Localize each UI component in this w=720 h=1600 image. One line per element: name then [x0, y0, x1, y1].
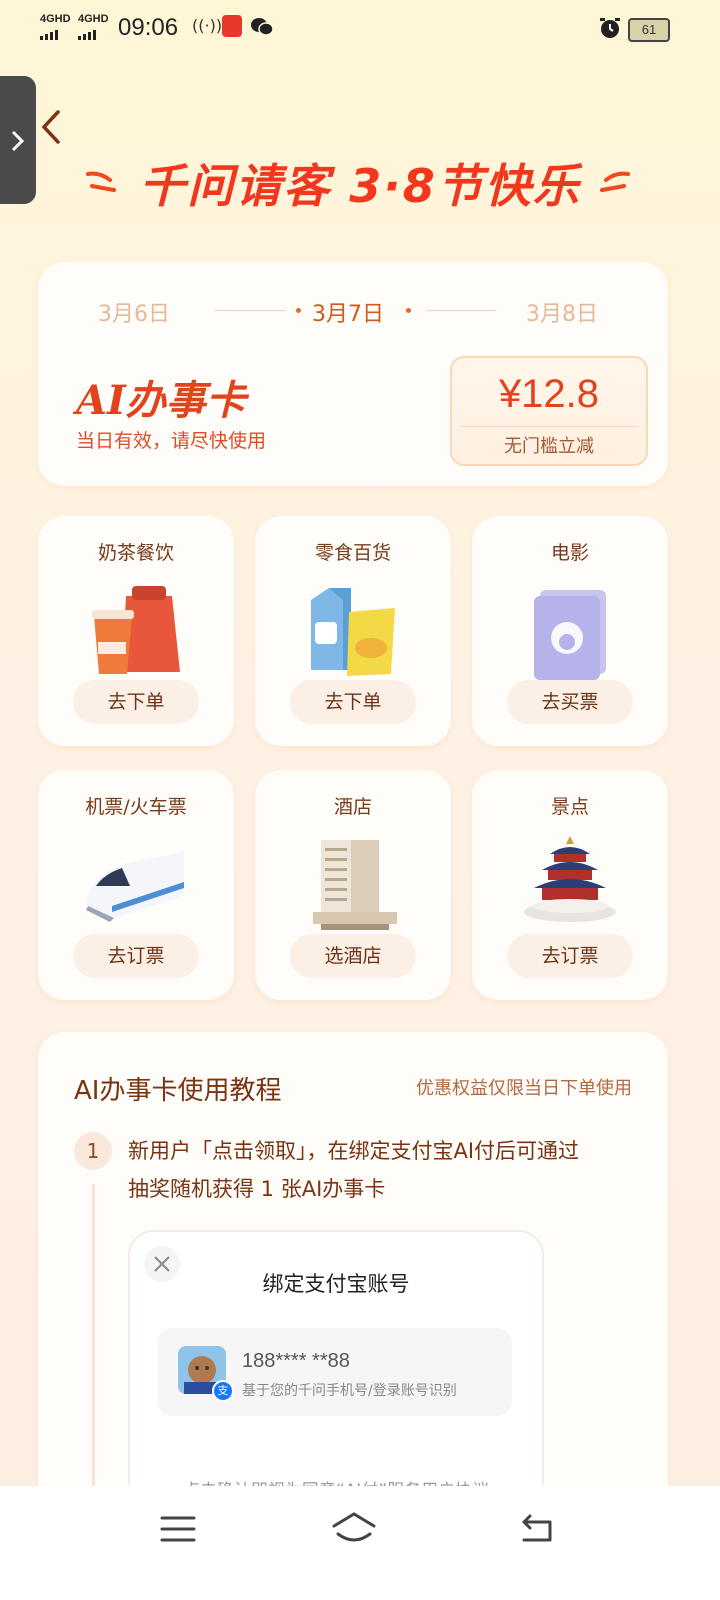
- step-text-line2: 抽奖随机获得 1 张AI办事卡: [128, 1177, 386, 1201]
- select-hotel-button[interactable]: 选酒店: [290, 934, 416, 978]
- price-desc: 无门槛立减: [504, 436, 594, 457]
- card-desc: 当日有效，请尽快使用: [76, 430, 267, 452]
- temple-of-heaven-icon: [524, 836, 616, 922]
- avatar: 支: [178, 1346, 234, 1402]
- category-label: 零食百货: [314, 542, 391, 564]
- date-tab-2[interactable]: 3月7日: [312, 296, 384, 328]
- alipay-badge-icon: 支: [212, 1380, 234, 1402]
- book-ticket-button-attraction[interactable]: 去订票: [507, 934, 633, 978]
- hotspot-icon: ((·)): [192, 16, 223, 35]
- category-label: 景点: [550, 796, 589, 818]
- alarm-icon: [598, 16, 622, 44]
- home-button[interactable]: [330, 1510, 378, 1546]
- category-label: 机票/火车票: [85, 796, 187, 818]
- menu-icon: [160, 1516, 196, 1542]
- date-tab-3[interactable]: 3月8日: [526, 296, 598, 328]
- back-nav-button[interactable]: [520, 1512, 556, 1544]
- category-card-transport[interactable]: 机票/火车票 去订票: [38, 770, 234, 1000]
- milk-carton-chips-icon: [311, 588, 395, 676]
- wechat-icon: [250, 16, 274, 42]
- date-divider: [214, 310, 286, 311]
- buy-ticket-button-movie[interactable]: 去买票: [507, 680, 633, 724]
- step-text-line1: 新用户「点击领取」，在绑定支付宝AI付后可通过: [128, 1139, 580, 1163]
- category-card-attraction[interactable]: 景点 去订票: [472, 770, 668, 1000]
- category-card-movie[interactable]: 电影 去买票: [472, 516, 668, 746]
- chevron-right-icon: [11, 130, 25, 152]
- category-card-snacks[interactable]: 零食百货 去下单: [255, 516, 451, 746]
- tutorial-title: AI办事卡使用教程: [74, 1076, 282, 1106]
- movie-ticket-icon: [534, 590, 606, 680]
- category-card-hotel[interactable]: 酒店 选酒店: [255, 770, 451, 1000]
- price-divider: [460, 426, 638, 427]
- signal-2: 4GHD: [78, 14, 109, 44]
- date-dot: [296, 308, 301, 313]
- account-phone-desc: 基于您的千问手机号/登录账号识别: [242, 1383, 457, 1399]
- price-badge: ¥12.8 无门槛立减: [450, 356, 648, 466]
- system-navigation-bar: [0, 1486, 720, 1600]
- step-number: 1: [74, 1132, 112, 1170]
- return-icon: [522, 1514, 552, 1542]
- app-notification-icon: [222, 15, 242, 37]
- book-ticket-button-transport[interactable]: 去订票: [73, 934, 199, 978]
- account-row[interactable]: 支 188**** **88 基于您的千问手机号/登录账号识别: [158, 1328, 512, 1416]
- tutorial-card: AI办事卡使用教程 优惠权益仅限当日下单使用 1 新用户「点击领取」，在绑定支付…: [38, 1032, 668, 1554]
- hotel-building-icon: [313, 840, 397, 930]
- category-label: 电影: [550, 542, 589, 564]
- date-divider: [426, 310, 496, 311]
- order-button-snacks[interactable]: 去下单: [290, 680, 416, 724]
- card-name: AI办事卡: [76, 377, 246, 424]
- category-label: 酒店: [333, 796, 372, 818]
- signal-bars-icon: [78, 30, 96, 40]
- signal-1: 4GHD: [40, 14, 71, 44]
- signal-bars-icon: [40, 30, 58, 40]
- menu-button[interactable]: [160, 1514, 196, 1544]
- price-value: ¥12.8: [498, 372, 600, 416]
- home-icon: [332, 1512, 376, 1542]
- clock: 09:06: [118, 14, 179, 41]
- dialog-title: 绑定支付宝账号: [262, 1272, 410, 1296]
- account-phone: 188**** **88: [242, 1350, 350, 1372]
- network-type-1: 4GHD: [40, 13, 71, 25]
- category-label: 奶茶餐饮: [97, 542, 174, 564]
- date-tab-1[interactable]: 3月6日: [98, 296, 170, 328]
- status-bar: 4GHD 4GHD 09:06 ((·)) 61: [0, 0, 720, 56]
- date-dot: [406, 308, 411, 313]
- train-icon: [86, 852, 184, 922]
- order-button-milk-tea[interactable]: 去下单: [73, 680, 199, 724]
- ai-card-promo: 3月6日 3月7日 3月8日 AI办事卡 当日有效，请尽快使用 ¥12.8 无门…: [38, 262, 668, 486]
- category-card-milk-tea[interactable]: 奶茶餐饮 去下单: [38, 516, 234, 746]
- right-decoration-icon: [598, 168, 632, 202]
- network-type-2: 4GHD: [78, 13, 109, 25]
- back-arrow-icon: [41, 110, 60, 144]
- battery-icon: 61: [628, 18, 670, 42]
- tutorial-note: 优惠权益仅限当日下单使用: [416, 1078, 632, 1099]
- back-button[interactable]: [38, 108, 68, 148]
- milk-tea-bag-icon: [92, 586, 180, 674]
